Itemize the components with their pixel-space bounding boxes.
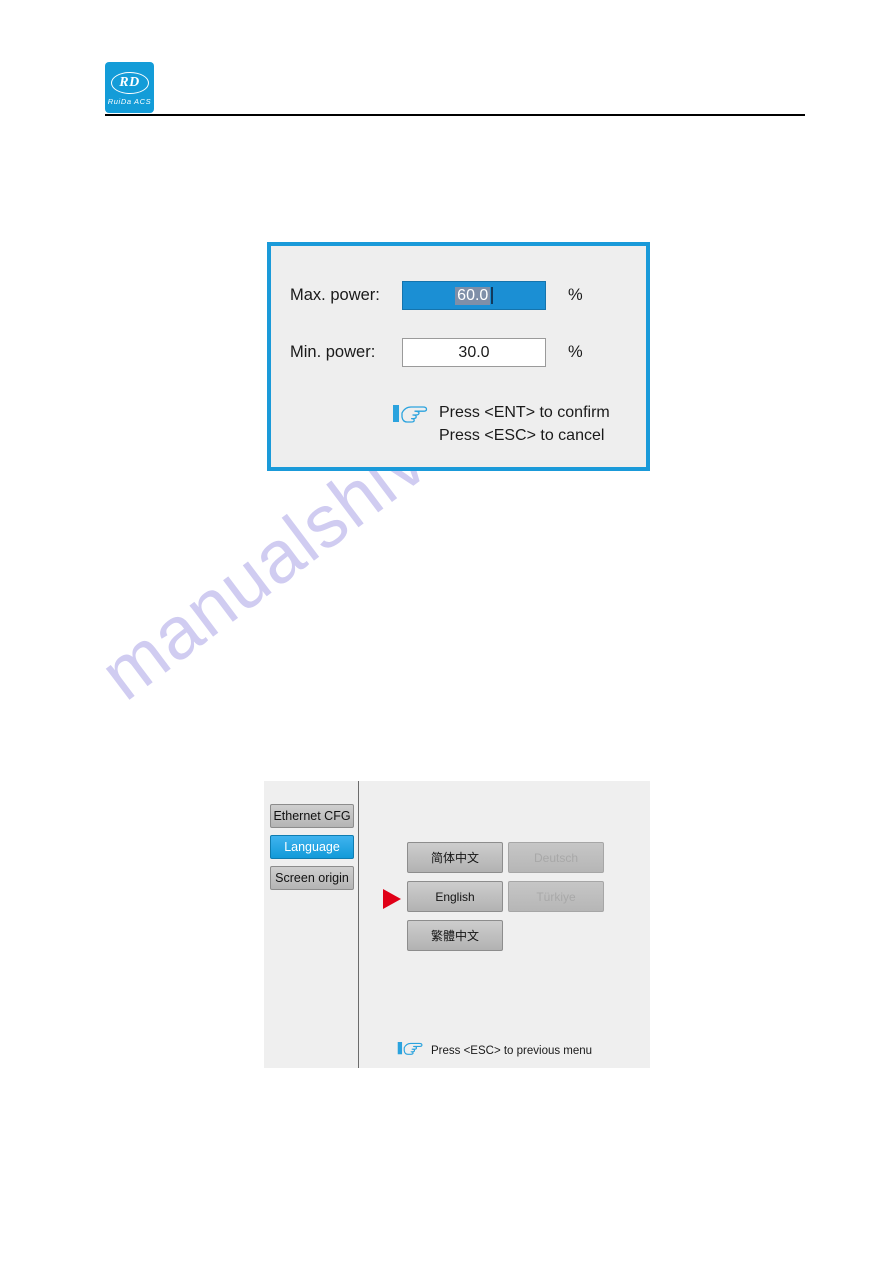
- min-power-label: Min. power:: [290, 343, 376, 361]
- language-settings-panel: Ethernet CFG Language Screen origin 简体中文…: [264, 781, 650, 1068]
- language-button-label: Deutsch: [533, 850, 579, 865]
- sidebar-item-screen-origin[interactable]: Screen origin: [270, 866, 354, 890]
- language-button-traditional-chinese[interactable]: 繁體中文: [407, 920, 503, 951]
- language-button-label: 简体中文: [430, 851, 479, 865]
- logo-oval: RD: [110, 71, 149, 94]
- language-button-label: Türkiye: [536, 889, 576, 904]
- min-power-row: Min. power: 30.0 %: [290, 338, 583, 367]
- power-settings-dialog: Max. power: 60.0 % Min. power: 30.0 % Pr…: [267, 242, 650, 471]
- language-button-turkiye[interactable]: Türkiye: [508, 881, 604, 912]
- hint-line-confirm: Press <ENT> to confirm: [439, 404, 610, 421]
- max-power-value: 60.0: [455, 286, 491, 305]
- pointing-hand-icon: [392, 401, 428, 432]
- sidebar-item-label: Ethernet CFG: [273, 809, 351, 823]
- text-caret: [491, 287, 493, 304]
- panel-hint: Press <ESC> to previous menu: [397, 1039, 592, 1063]
- dialog-hint-text: Press <ENT> to confirm Press <ESC> to ca…: [439, 401, 610, 447]
- page-header: RD RuiDa ACS: [0, 0, 893, 130]
- pointing-hand-icon: [397, 1039, 423, 1063]
- hint-line-previous-menu: Press <ESC> to previous menu: [431, 1045, 593, 1057]
- ruida-acs-logo: RD RuiDa ACS: [105, 62, 154, 113]
- language-button-deutsch[interactable]: Deutsch: [508, 842, 604, 873]
- min-power-input[interactable]: 30.0: [402, 338, 546, 367]
- hint-line-cancel: Press <ESC> to cancel: [439, 427, 605, 444]
- logo-subtitle: RuiDa ACS: [107, 96, 152, 106]
- language-button-simplified-chinese[interactable]: 简体中文: [407, 842, 503, 873]
- panel-content: 简体中文 Deutsch English Türkiye 繁體中文 Press …: [359, 781, 650, 1068]
- language-button-label: 繁體中文: [430, 929, 479, 943]
- panel-hint-text: Press <ESC> to previous menu: [431, 1044, 592, 1058]
- logo-mark-text: RD: [119, 74, 140, 90]
- sidebar-item-language[interactable]: Language: [270, 835, 354, 859]
- sidebar-item-label: Language: [284, 840, 340, 854]
- min-power-unit: %: [568, 343, 583, 361]
- max-power-row: Max. power: 60.0 %: [290, 281, 583, 310]
- min-power-value: 30.0: [458, 343, 490, 361]
- sidebar-item-ethernet-cfg[interactable]: Ethernet CFG: [270, 804, 354, 828]
- max-power-unit: %: [568, 286, 583, 304]
- page-watermark: manualshive.com: [0, 0, 893, 1263]
- dialog-hint: Press <ENT> to confirm Press <ESC> to ca…: [392, 401, 610, 447]
- max-power-label: Max. power:: [290, 286, 380, 304]
- language-button-label: English: [435, 889, 475, 904]
- header-divider: [105, 114, 805, 116]
- sidebar-item-label: Screen origin: [275, 871, 349, 885]
- panel-sidebar: Ethernet CFG Language Screen origin: [264, 781, 359, 1068]
- language-button-english[interactable]: English: [407, 881, 503, 912]
- red-triangle-cursor: [383, 889, 401, 909]
- max-power-input[interactable]: 60.0: [402, 281, 546, 310]
